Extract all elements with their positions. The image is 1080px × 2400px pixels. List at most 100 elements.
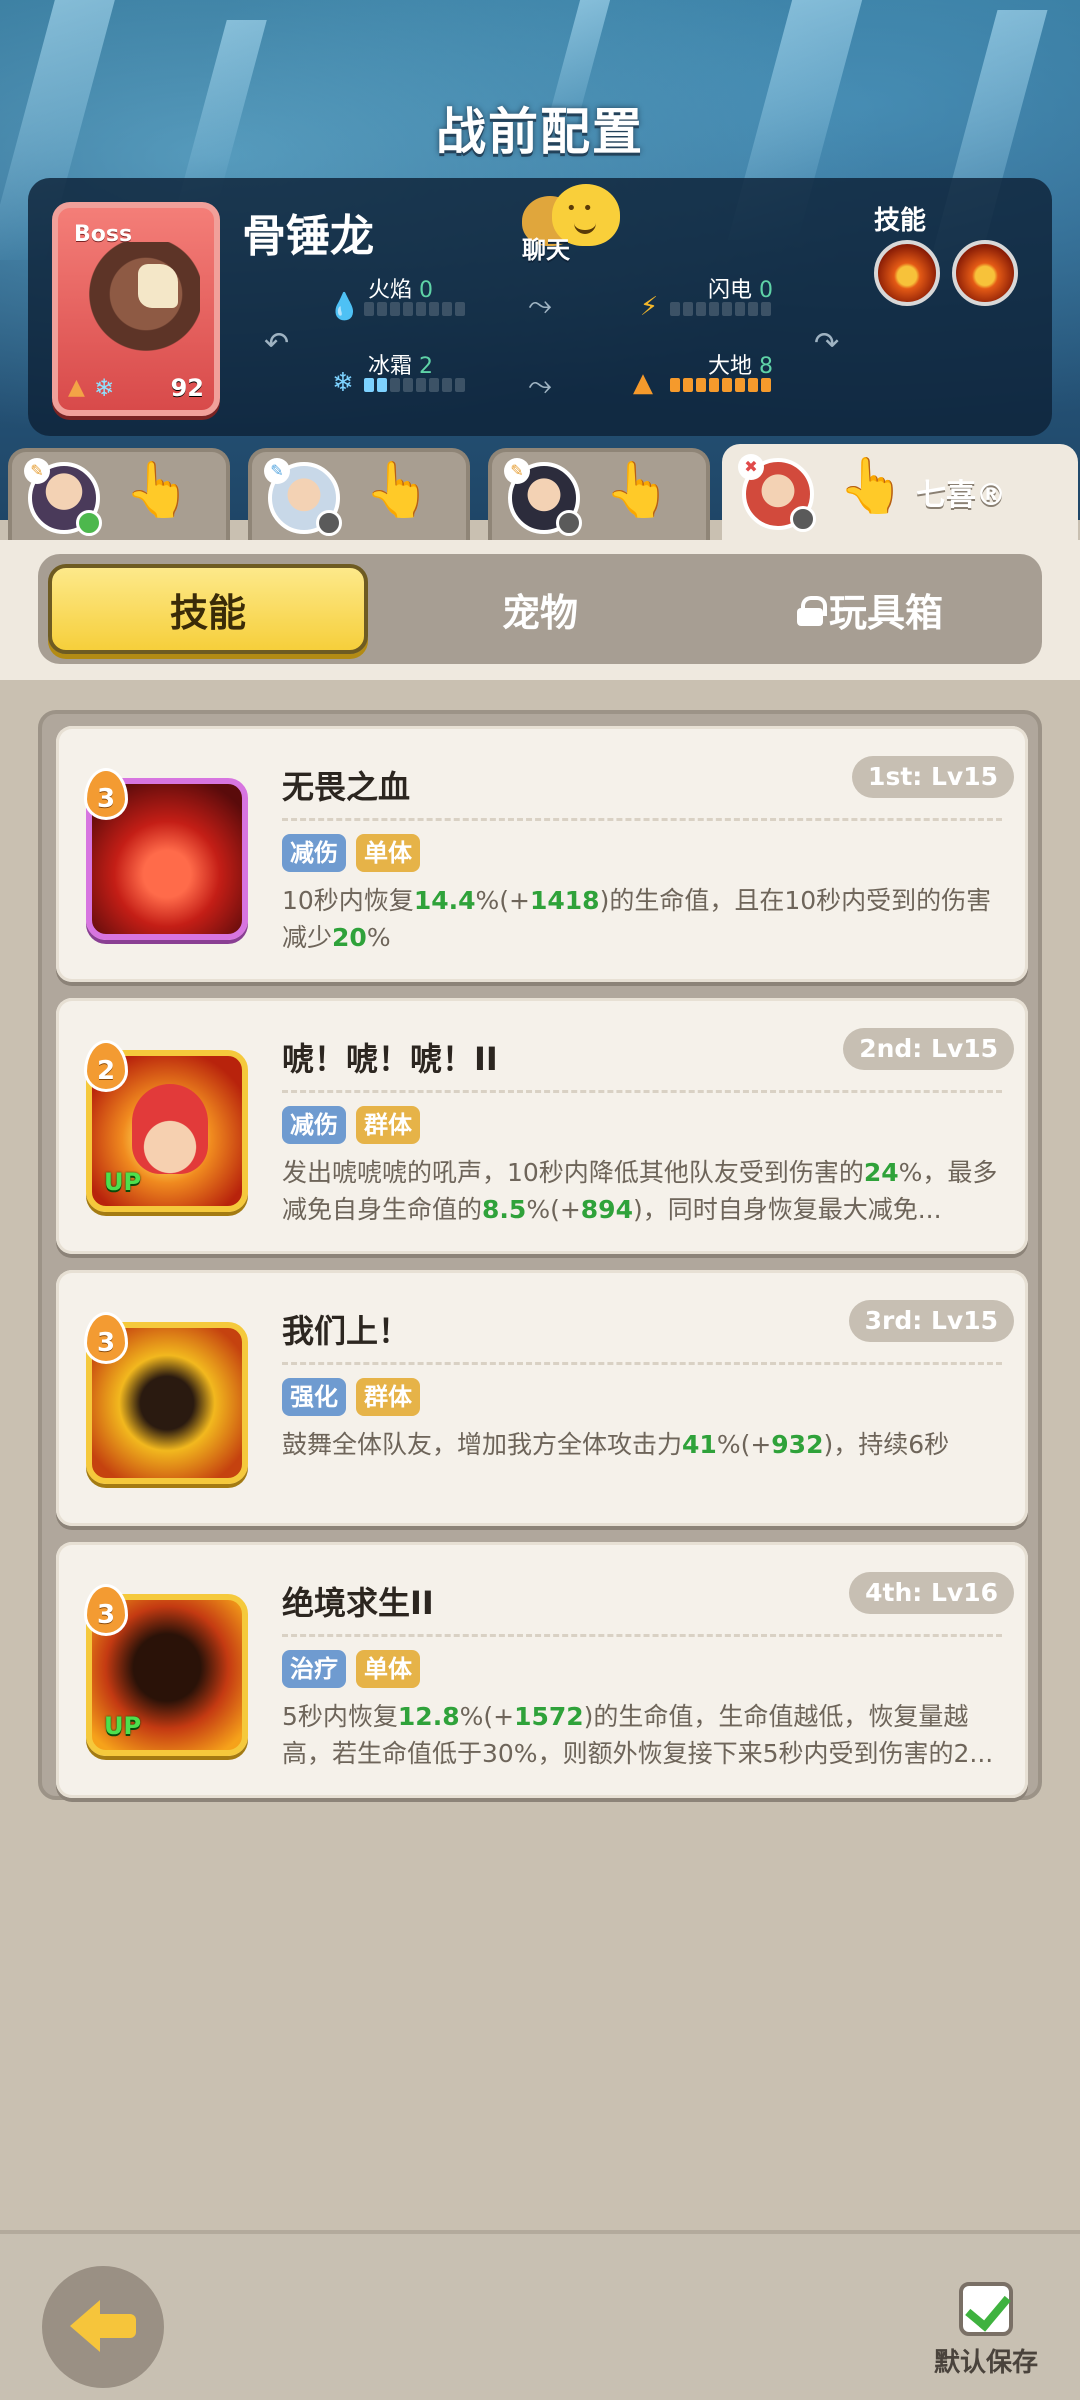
skill-description: 10秒内恢复14.4%(+1418)的生命值，且在10秒内受到的伤害减少20%	[282, 886, 992, 952]
level-badge: 3	[84, 1584, 128, 1636]
skill-title: 绝境求生II	[282, 1584, 434, 1622]
skill-tag: 群体	[356, 1378, 420, 1416]
divider	[282, 1634, 1002, 1637]
curve-arrow-icon: ↷	[814, 326, 840, 361]
hero-tab-active[interactable]: ✖ 👆 七喜®	[722, 444, 1078, 544]
skill-card[interactable]: 3 无畏之血 1st: Lv15 减伤 单体 10秒内恢复14.4%(+1418…	[56, 726, 1028, 982]
upgrade-badge: UP	[104, 1712, 142, 1740]
category-tabs: 技能 宠物 玩具箱	[38, 554, 1042, 664]
skill-rank-badge: 2nd: Lv15	[843, 1028, 1014, 1070]
status-badge	[316, 510, 342, 536]
stat-lightning-bar	[670, 302, 771, 316]
skill-rank-badge: 4th: Lv16	[849, 1572, 1014, 1614]
earth-element-icon: ▲	[68, 375, 85, 400]
skill-tag: 治疗	[282, 1650, 346, 1688]
config-panel-top: 技能 宠物 玩具箱	[0, 540, 1080, 680]
skill-card[interactable]: 2 UP 唬！唬！唬！II 2nd: Lv15 减伤 群体 发出唬唬唬的吼声，1…	[56, 998, 1028, 1254]
tab-toybox[interactable]: 玩具箱	[710, 564, 1030, 654]
chat-button[interactable]: 聊天	[516, 184, 626, 284]
status-badge	[556, 510, 582, 536]
boss-portrait	[80, 242, 200, 372]
skill-tag: 强化	[282, 1378, 346, 1416]
survival-skill-icon: 3 UP	[84, 1584, 248, 1756]
stat-earth: 大地 8 ▲	[608, 348, 848, 398]
hero-tab[interactable]: ✎ 👆	[8, 448, 230, 540]
hero-tab[interactable]: ✎ 👆	[248, 448, 470, 540]
skill-title: 我们上！	[282, 1312, 411, 1350]
roaring-face-skill-icon: 2 UP	[84, 1040, 248, 1212]
level-badge: 2	[84, 1040, 128, 1092]
hero-avatar: ✎	[504, 458, 582, 536]
stat-lightning-label: 闪电	[708, 278, 753, 303]
charge-skill-icon: 3	[84, 1312, 248, 1484]
skill-tag: 群体	[356, 1106, 420, 1144]
lock-icon	[796, 596, 827, 626]
tap-hand-icon: 👆	[364, 458, 432, 521]
stat-frost-label: 冰霜	[368, 354, 413, 379]
skill-list: 3 无畏之血 1st: Lv15 减伤 单体 10秒内恢复14.4%(+1418…	[38, 710, 1042, 1800]
frost-icon: ❄	[332, 368, 354, 398]
earth-icon: ▲	[633, 368, 653, 398]
skill-description: 发出唬唬唬的吼声，10秒内降低其他队友受到伤害的24%，最多减免自身生命值的8.…	[282, 1158, 998, 1224]
skill-tag: 单体	[356, 834, 420, 872]
hero-name: 七喜®	[916, 478, 1006, 513]
element-icon: ✎	[504, 458, 530, 484]
page-title: 战前配置	[436, 103, 644, 161]
stat-earth-label: 大地	[708, 354, 753, 379]
skill-card[interactable]: 3 我们上！ 3rd: Lv15 强化 群体 鼓舞全体队友，增加我方全体攻击力4…	[56, 1270, 1028, 1526]
tab-toybox-label: 玩具箱	[828, 590, 943, 635]
level-badge: 3	[84, 768, 128, 820]
stat-earth-value: 8	[759, 354, 774, 379]
tap-hand-icon: 👆	[838, 454, 906, 517]
chat-label: 聊天	[522, 236, 570, 264]
skill-description: 5秒内恢复12.8%(+1572)的生命值，生命值越低，恢复量越高，若生命值低于…	[282, 1702, 994, 1768]
tab-pets-label: 宠物	[501, 590, 578, 635]
frost-element-icon: ❄	[94, 374, 115, 402]
element-icon: ✎	[264, 458, 290, 484]
hero-avatar: ✖	[738, 454, 816, 532]
stat-fire-value: 0	[419, 278, 434, 303]
boss-skill-icon[interactable]	[874, 240, 940, 306]
divider	[282, 1362, 1002, 1365]
boss-card[interactable]: Boss ▲ ❄ 92	[52, 202, 220, 416]
stat-frost-value: 2	[419, 354, 434, 379]
stat-lightning: 闪电 0 ⚡	[608, 272, 848, 322]
tap-hand-icon: 👆	[124, 458, 192, 521]
boss-name: 骨锤龙	[242, 211, 374, 262]
tab-skills[interactable]: 技能	[48, 564, 368, 654]
default-save-label: 默认保存	[933, 2348, 1038, 2378]
stat-fire-bar	[364, 302, 465, 316]
curve-arrow-icon: ↶	[264, 326, 290, 361]
skill-tag: 单体	[356, 1650, 420, 1688]
element-icon: ✎	[24, 458, 50, 484]
blood-drop-skill-icon: 3	[84, 768, 248, 940]
default-save-toggle[interactable]: 默认保存	[926, 2282, 1046, 2379]
back-button[interactable]	[42, 2266, 164, 2388]
checkbox-checked-icon[interactable]	[959, 2282, 1013, 2336]
element-icon: ✖	[738, 454, 764, 480]
swap-arrow-icon: ⤳	[528, 368, 552, 403]
skill-tag: 减伤	[282, 1106, 346, 1144]
divider	[282, 1090, 1002, 1093]
fire-icon: 💧	[328, 292, 361, 322]
tab-pets[interactable]: 宠物	[380, 564, 700, 654]
swap-arrow-icon: ⤳	[528, 288, 552, 323]
skill-tag: 减伤	[282, 834, 346, 872]
skill-description: 鼓舞全体队友，增加我方全体攻击力41%(+932)，持续6秒	[282, 1430, 950, 1459]
boss-skill-icon[interactable]	[952, 240, 1018, 306]
hero-avatar: ✎	[24, 458, 102, 536]
stat-frost-bar	[364, 378, 465, 392]
stat-fire-label: 火焰	[368, 278, 413, 303]
bottom-bar: 默认保存	[0, 2230, 1080, 2400]
hero-avatar: ✎	[264, 458, 342, 536]
tab-skills-label: 技能	[169, 590, 246, 635]
hero-tab[interactable]: ✎ 👆	[488, 448, 710, 540]
stat-lightning-value: 0	[759, 278, 774, 303]
status-badge	[76, 510, 102, 536]
stat-earth-bar	[670, 378, 771, 392]
skill-card[interactable]: 3 UP 绝境求生II 4th: Lv16 治疗 单体 5秒内恢复12.8%(+…	[56, 1542, 1028, 1798]
boss-level: 92	[170, 374, 204, 402]
lightning-icon: ⚡	[639, 292, 659, 322]
tap-hand-icon: 👆	[604, 458, 672, 521]
boss-skills-label: 技能	[874, 206, 927, 236]
